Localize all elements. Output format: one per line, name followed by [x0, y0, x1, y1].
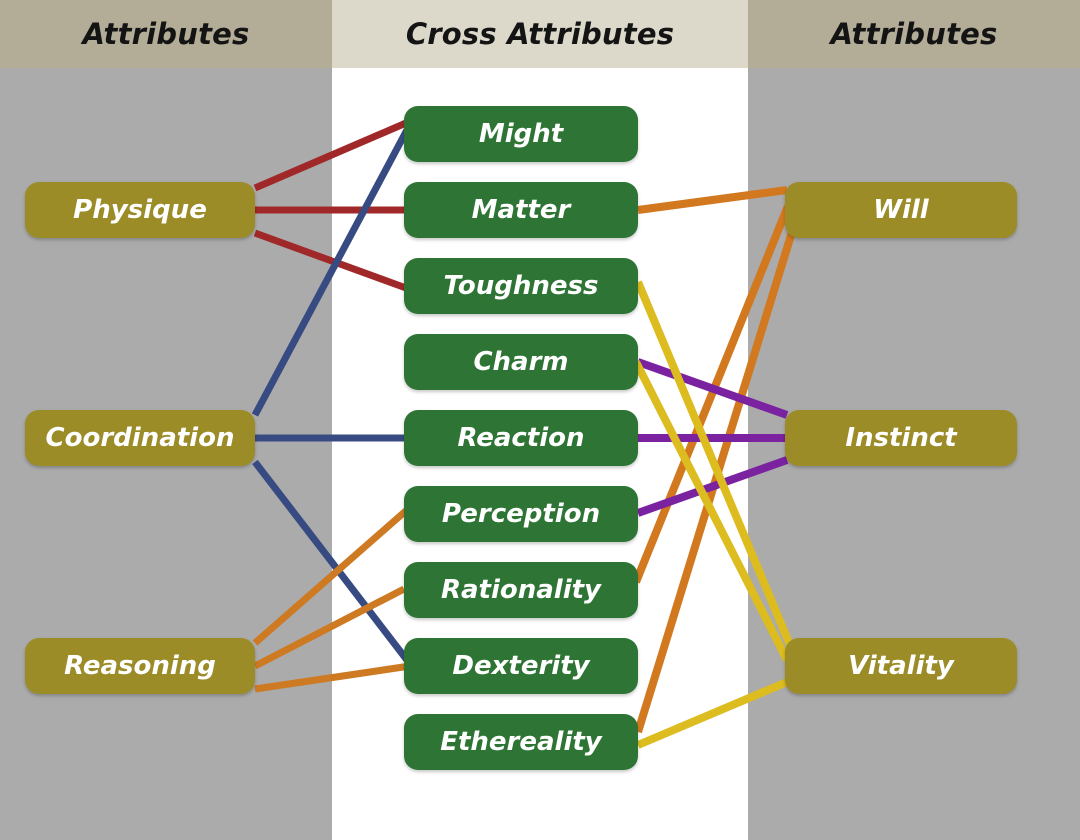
node-rationality[interactable]: Rationality [404, 562, 638, 618]
node-label-reasoning: Reasoning [64, 651, 216, 681]
node-charm[interactable]: Charm [404, 334, 638, 390]
node-vitality[interactable]: Vitality [785, 638, 1017, 694]
node-label-might: Might [478, 119, 564, 149]
node-label-charm: Charm [473, 347, 569, 377]
diagram-canvas: Attributes Cross Attributes Attributes P… [0, 0, 1080, 840]
node-might[interactable]: Might [404, 106, 638, 162]
node-reasoning[interactable]: Reasoning [25, 638, 255, 694]
node-label-physique: Physique [73, 195, 207, 225]
node-matter[interactable]: Matter [404, 182, 638, 238]
node-label-coordination: Coordination [45, 423, 235, 453]
node-label-reaction: Reaction [457, 423, 585, 453]
node-will[interactable]: Will [785, 182, 1017, 238]
node-physique[interactable]: Physique [25, 182, 255, 238]
header-title-right: Attributes [830, 17, 998, 51]
node-ethereality[interactable]: Ethereality [404, 714, 638, 770]
node-perception[interactable]: Perception [404, 486, 638, 542]
node-label-perception: Perception [441, 499, 601, 529]
header-title-center: Cross Attributes [405, 17, 675, 51]
node-label-will: Will [873, 195, 929, 225]
node-label-instinct: Instinct [845, 423, 957, 453]
node-label-matter: Matter [471, 195, 571, 225]
node-label-toughness: Toughness [443, 271, 599, 301]
node-dexterity[interactable]: Dexterity [404, 638, 638, 694]
node-coordination[interactable]: Coordination [25, 410, 255, 466]
node-label-dexterity: Dexterity [452, 651, 590, 681]
node-reaction[interactable]: Reaction [404, 410, 638, 466]
header-title-left: Attributes [82, 17, 250, 51]
node-instinct[interactable]: Instinct [785, 410, 1017, 466]
node-label-rationality: Rationality [440, 575, 602, 605]
node-label-ethereality: Ethereality [440, 727, 602, 757]
node-toughness[interactable]: Toughness [404, 258, 638, 314]
node-label-vitality: Vitality [848, 651, 954, 681]
